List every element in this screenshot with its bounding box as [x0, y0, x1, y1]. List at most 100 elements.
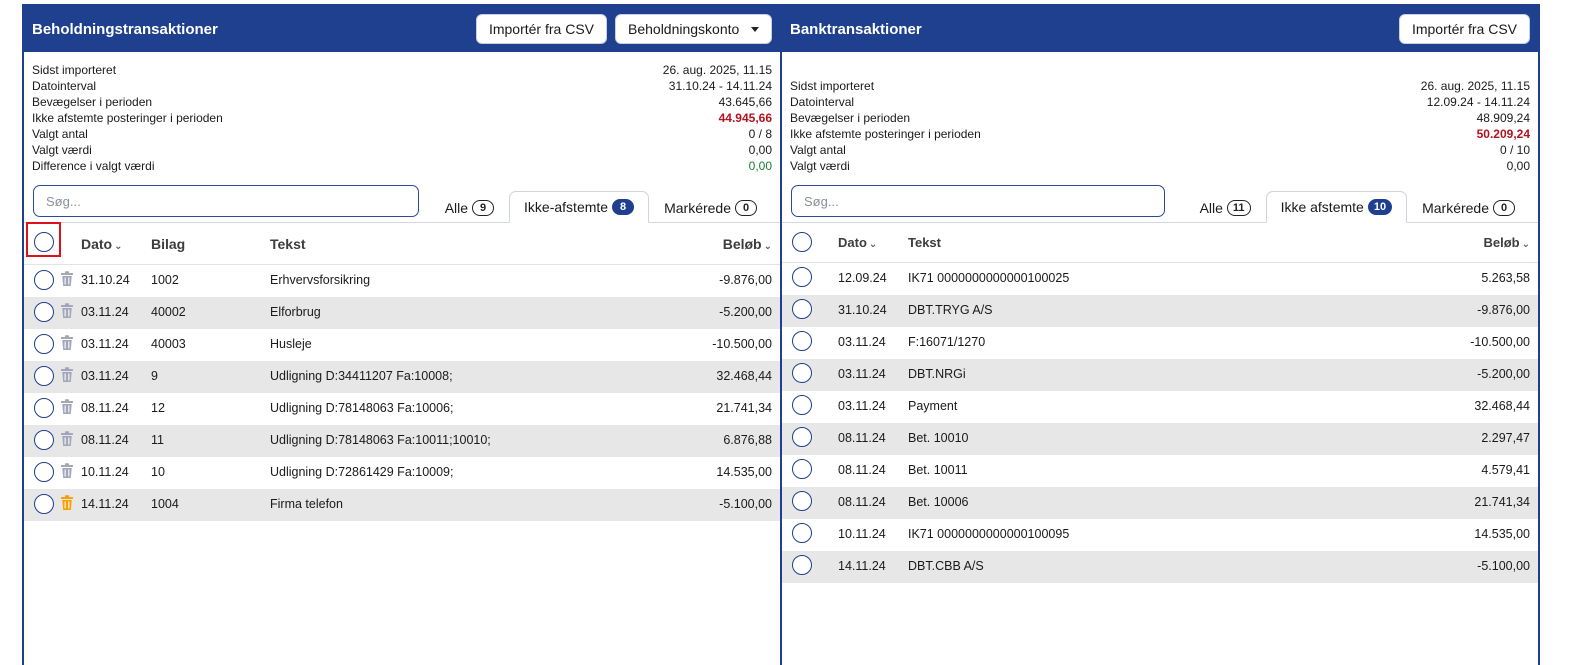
chevron-down-icon: ⌄: [868, 239, 878, 250]
tab-count-badge: 8: [612, 199, 635, 215]
table-row[interactable]: 08.11.24 11 Udligning D:78148063 Fa:10011;…: [24, 425, 780, 457]
column-voucher[interactable]: Bilag: [151, 236, 185, 252]
tab-label: Ikke afstemte: [1280, 199, 1364, 215]
account-dropdown[interactable]: Beholdningskonto: [615, 14, 772, 44]
row-text: Husleje: [270, 337, 312, 351]
row-checkbox[interactable]: [792, 459, 812, 479]
row-amount: -10.500,00: [712, 337, 772, 351]
row-amount: 32.468,44: [1474, 399, 1530, 413]
row-checkbox[interactable]: [792, 363, 812, 383]
trash-icon[interactable]: [60, 431, 74, 447]
row-checkbox[interactable]: [34, 302, 54, 322]
trash-icon[interactable]: [60, 271, 74, 287]
row-text: Udligning D:34411207 Fa:10008;: [270, 369, 453, 383]
stat-label: Ikke afstemte posteringer i perioden: [32, 111, 223, 125]
column-date[interactable]: Dato ⌄: [838, 235, 877, 250]
column-text[interactable]: Tekst: [908, 235, 941, 250]
tab-label: Ikke-afstemte: [524, 199, 609, 215]
trash-icon[interactable]: [60, 495, 74, 511]
row-voucher: 10: [151, 465, 165, 479]
row-text: DBT.TRYG A/S: [908, 303, 993, 317]
selection-highlight: [26, 222, 61, 257]
stat-label: Sidst importeret: [32, 63, 117, 77]
table-row[interactable]: 03.11.24 9 Udligning D:34411207 Fa:10008; 3…: [24, 361, 780, 393]
table-row[interactable]: 03.11.24 40003 Husleje -10.500,00: [24, 329, 780, 361]
row-checkbox[interactable]: [34, 270, 54, 290]
stat-value: 0 / 10: [1499, 143, 1530, 157]
import-csv-button[interactable]: Importér fra CSV: [475, 14, 607, 44]
search-input[interactable]: [33, 185, 419, 217]
row-checkbox[interactable]: [34, 366, 54, 386]
row-text: Udligning D:78148063 Fa:10011;10010;: [270, 433, 491, 447]
trash-icon[interactable]: [60, 399, 74, 415]
table-row[interactable]: 12.09.24 IK71 0000000000000100025 5.263,58: [782, 263, 1538, 295]
table-row[interactable]: 08.11.24 Bet. 10011 4.579,41: [782, 455, 1538, 487]
row-date: 31.10.24: [838, 303, 887, 317]
tab-ikke-afstemte[interactable]: Ikke-afstemte 8: [509, 191, 650, 223]
row-checkbox[interactable]: [792, 555, 812, 575]
table-row[interactable]: 31.10.24 1002 Erhvervsforsikring -9.876,00: [24, 265, 780, 297]
row-checkbox[interactable]: [34, 398, 54, 418]
filter-row: Alle11Ikke afstemte10Markérede0: [782, 185, 1538, 223]
column-amount[interactable]: Beløb ⌄: [723, 236, 772, 252]
table-row[interactable]: 08.11.24 Bet. 10010 2.297,47: [782, 423, 1538, 455]
row-amount: -5.100,00: [719, 497, 772, 511]
row-date: 03.11.24: [838, 367, 886, 381]
trash-icon[interactable]: [60, 335, 74, 351]
column-date[interactable]: Dato ⌄: [81, 236, 123, 252]
row-amount: 14.535,00: [1474, 527, 1530, 541]
stat-label: Valgt antal: [790, 143, 846, 157]
trash-icon[interactable]: [60, 463, 74, 479]
stat-label: Datointerval: [790, 95, 855, 109]
search-input[interactable]: [791, 185, 1165, 217]
tab-ikke-afstemte[interactable]: Ikke afstemte 10: [1265, 191, 1408, 223]
table-header: Dato ⌄ Tekst Beløb ⌄: [782, 223, 1538, 263]
row-checkbox[interactable]: [34, 462, 54, 482]
stat-value: 12.09.24 - 14.11.24: [1426, 95, 1530, 109]
row-date: 12.09.24: [838, 271, 887, 285]
select-all-checkbox[interactable]: [792, 232, 812, 252]
row-checkbox[interactable]: [792, 523, 812, 543]
transaction-list: 31.10.24 1002 Erhvervsforsikring -9.876,00 0…: [24, 265, 780, 521]
table-row[interactable]: 03.11.24 DBT.NRGi -5.200,00: [782, 359, 1538, 391]
table-row[interactable]: 08.11.24 Bet. 10006 21.741,34: [782, 487, 1538, 519]
stat-row: Bevægelser i perioden 48.909,24: [790, 110, 1530, 126]
table-row[interactable]: 14.11.24 DBT.CBB A/S -5.100,00: [782, 551, 1538, 583]
row-date: 10.11.24: [838, 527, 886, 541]
stat-row: Difference i valgt værdi 0,00: [32, 158, 772, 174]
table-row[interactable]: 03.11.24 F:16071/1270 -10.500,00: [782, 327, 1538, 359]
import-csv-button[interactable]: Importér fra CSV: [1398, 14, 1530, 44]
tab-mark-rede[interactable]: Markérede 0: [649, 191, 772, 223]
row-checkbox[interactable]: [792, 331, 812, 351]
stat-value: 26. aug. 2025, 11.15: [662, 63, 772, 77]
tab-label: Markérede: [664, 199, 731, 216]
row-text: F:16071/1270: [908, 335, 986, 349]
row-checkbox[interactable]: [34, 334, 54, 354]
row-checkbox[interactable]: [792, 395, 812, 415]
row-amount: 2.297,47: [1481, 431, 1530, 445]
tab-alle[interactable]: Alle 11: [1185, 191, 1266, 223]
row-date: 08.11.24: [81, 433, 129, 447]
table-row[interactable]: 03.11.24 40002 Elforbrug -5.200,00: [24, 297, 780, 329]
tab-mark-rede[interactable]: Markérede 0: [1407, 191, 1530, 223]
trash-icon[interactable]: [60, 367, 74, 383]
row-checkbox[interactable]: [792, 427, 812, 447]
column-text[interactable]: Tekst: [270, 236, 306, 252]
table-row[interactable]: 10.11.24 10 Udligning D:72861429 Fa:10009;…: [24, 457, 780, 489]
row-checkbox[interactable]: [34, 430, 54, 450]
trash-icon[interactable]: [60, 303, 74, 319]
tab-label: Markérede: [1422, 199, 1489, 216]
row-checkbox[interactable]: [34, 494, 54, 514]
row-checkbox[interactable]: [792, 299, 812, 319]
table-row[interactable]: 10.11.24 IK71 0000000000000100095 14.535,0…: [782, 519, 1538, 551]
table-row[interactable]: 31.10.24 DBT.TRYG A/S -9.876,00: [782, 295, 1538, 327]
tab-alle[interactable]: Alle 9: [430, 191, 509, 223]
stat-row: Sidst importeret 26. aug. 2025, 11.15: [790, 78, 1530, 94]
row-checkbox[interactable]: [792, 491, 812, 511]
table-row[interactable]: 08.11.24 12 Udligning D:78148063 Fa:10006;…: [24, 393, 780, 425]
row-voucher: 11: [151, 433, 164, 447]
column-amount[interactable]: Beløb ⌄: [1483, 235, 1530, 250]
row-checkbox[interactable]: [792, 267, 812, 287]
table-row[interactable]: 03.11.24 Payment 32.468,44: [782, 391, 1538, 423]
table-row[interactable]: 14.11.24 1004 Firma telefon -5.100,00: [24, 489, 780, 521]
